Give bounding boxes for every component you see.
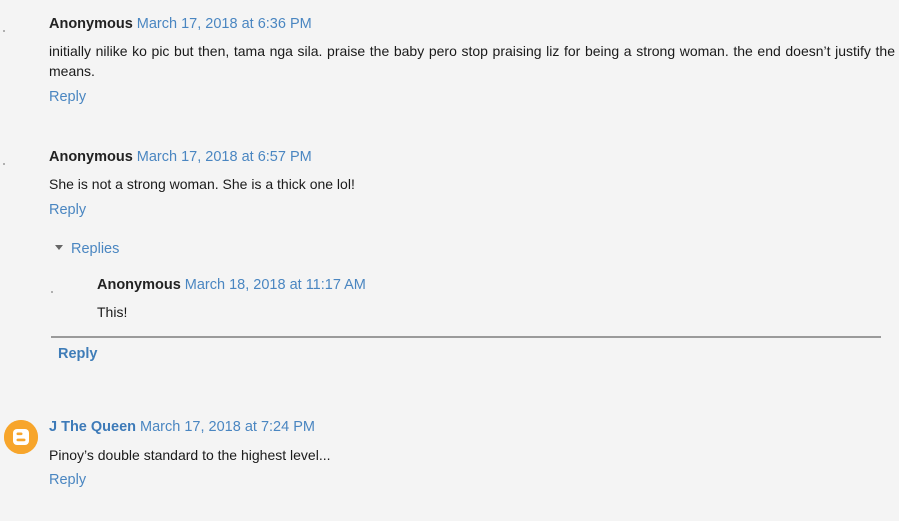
comment-timestamp-link[interactable]: March 17, 2018 at 6:57 PM (137, 149, 312, 165)
reply-marker (51, 291, 53, 293)
comment-body: initially nilike ko pic but then, tama n… (49, 43, 895, 79)
comment-header: Anonymous March 17, 2018 at 6:36 PM (49, 15, 312, 33)
reply-button[interactable]: Reply (49, 472, 86, 488)
comment-author-link[interactable]: J The Queen (49, 419, 136, 435)
comment-author: Anonymous (49, 16, 133, 32)
comment-author: Anonymous (49, 149, 133, 165)
comment-header: Anonymous March 17, 2018 at 6:57 PM (49, 148, 312, 166)
blogger-icon[interactable] (4, 420, 38, 454)
comments-section: Anonymous March 17, 2018 at 6:36 PM initi… (0, 0, 899, 521)
comment-marker (3, 30, 5, 32)
caret-down-icon (55, 244, 63, 250)
comment-header: J The Queen March 17, 2018 at 7:24 PM (49, 418, 315, 436)
reply-timestamp-link[interactable]: March 18, 2018 at 11:17 AM (185, 277, 366, 293)
replies-toggle[interactable]: Replies (55, 241, 119, 257)
comment-timestamp-link[interactable]: March 17, 2018 at 7:24 PM (140, 419, 315, 435)
reply-body: This! (97, 304, 128, 320)
thread-reply-button[interactable]: Reply (58, 346, 98, 362)
comment-marker (3, 163, 5, 165)
comment-body: She is not a strong woman. She is a thic… (49, 176, 355, 192)
reply-button[interactable]: Reply (49, 202, 86, 218)
comment-timestamp-link[interactable]: March 17, 2018 at 6:36 PM (137, 16, 312, 32)
reply-button[interactable]: Reply (49, 89, 86, 105)
reply-author: Anonymous (97, 277, 181, 293)
thread-divider (51, 336, 881, 338)
replies-toggle-label: Replies (71, 241, 120, 257)
comment-body: Pinoy’s double standard to the highest l… (49, 447, 331, 463)
reply-header: Anonymous March 18, 2018 at 11:17 AM (97, 276, 366, 294)
